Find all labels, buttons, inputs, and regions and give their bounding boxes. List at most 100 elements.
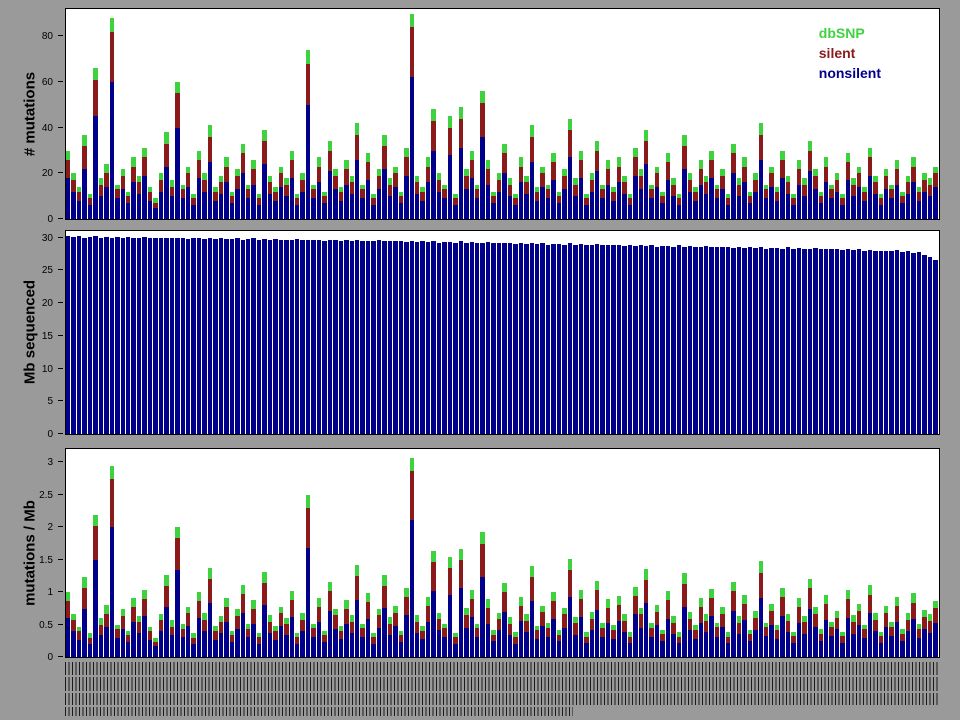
sample-bar — [77, 236, 81, 434]
bar-segment-nonsilent — [895, 185, 899, 219]
sample-bar — [475, 624, 479, 657]
bar-segment-silent — [126, 196, 130, 203]
sample-bar — [551, 153, 555, 219]
bar-segment-dbSNP — [922, 173, 926, 180]
bar-segment-nonsilent — [530, 601, 534, 657]
bar-segment-dbSNP — [666, 153, 670, 162]
bar-segment-nonsilent — [873, 631, 877, 657]
bar-segment-dbSNP — [300, 613, 304, 620]
bar-segment-silent — [508, 624, 512, 635]
sample-bar — [159, 173, 163, 219]
bar-segment-silent — [426, 167, 430, 183]
bar-segment-dbSNP — [344, 160, 348, 169]
bar-segment-Mb sequenced — [737, 247, 741, 434]
sample-bar — [497, 613, 501, 658]
bar-segment-silent — [262, 141, 266, 164]
bar-segment-silent — [748, 634, 752, 641]
bar-segment-silent — [279, 173, 283, 187]
bar-segment-Mb sequenced — [126, 237, 130, 434]
sample-bar — [202, 239, 206, 434]
bar-segment-nonsilent — [159, 631, 163, 657]
sample-bar — [731, 144, 735, 219]
bar-segment-dbSNP — [197, 151, 201, 160]
bar-segment-dbSNP — [857, 167, 861, 174]
sample-bar — [404, 148, 408, 219]
sample-bar — [262, 572, 266, 657]
sample-bar — [600, 623, 604, 657]
sample-labels-row — [65, 693, 940, 705]
bar-segment-Mb sequenced — [644, 246, 648, 434]
bar-segment-silent — [382, 146, 386, 169]
bar-segment-Mb sequenced — [666, 246, 670, 434]
bar-segment-nonsilent — [377, 189, 381, 219]
sample-bar — [360, 624, 364, 657]
bar-segment-nonsilent — [104, 627, 108, 657]
bar-segment-silent — [360, 189, 364, 198]
bar-segment-dbSNP — [666, 591, 670, 600]
sample-bar — [579, 590, 583, 657]
sample-bar — [104, 237, 108, 434]
sample-bar — [519, 157, 523, 219]
y-tick-mark — [58, 461, 63, 462]
sample-bar — [753, 248, 757, 434]
sample-bar — [197, 592, 201, 657]
bar-segment-silent — [388, 185, 392, 196]
sample-bar — [791, 249, 795, 434]
bar-segment-Mb sequenced — [573, 245, 577, 434]
bar-segment-silent — [786, 182, 790, 193]
sample-bar — [235, 169, 239, 219]
bar-segment-nonsilent — [437, 630, 441, 657]
bar-segment-Mb sequenced — [524, 244, 528, 434]
sample-bar — [459, 107, 463, 219]
sample-bar — [699, 598, 703, 657]
bar-segment-silent — [393, 173, 397, 187]
sample-bar — [889, 251, 893, 434]
bar-segment-silent — [829, 189, 833, 198]
bar-segment-silent — [917, 192, 921, 201]
y-tick-mark — [58, 269, 63, 270]
bar-segment-silent — [306, 64, 310, 105]
bar-segment-Mb sequenced — [879, 251, 883, 434]
sample-bar — [633, 246, 637, 434]
bar-segment-Mb sequenced — [273, 239, 277, 434]
bar-segment-dbSNP — [573, 178, 577, 185]
sample-bar — [508, 178, 512, 219]
bar-segment-dbSNP — [393, 606, 397, 613]
bar-segment-silent — [420, 631, 424, 640]
bar-segment-dbSNP — [175, 82, 179, 93]
bar-segment-dbSNP — [562, 608, 566, 615]
sample-bar — [551, 592, 555, 657]
sample-bar — [230, 631, 234, 657]
sample-bar — [840, 250, 844, 434]
bar-segment-dbSNP — [813, 169, 817, 176]
bar-segment-Mb sequenced — [131, 238, 135, 434]
bar-segment-nonsilent — [110, 527, 114, 657]
sample-bar — [175, 527, 179, 657]
sample-bar — [933, 260, 937, 434]
sample-bar — [666, 246, 670, 434]
bar-segment-silent — [562, 176, 566, 190]
sample-bar — [311, 624, 315, 657]
bar-segment-silent — [251, 169, 255, 185]
bar-segment-silent — [410, 471, 414, 520]
sample-bar — [677, 632, 681, 657]
bar-segment-nonsilent — [110, 82, 114, 219]
bar-segment-silent — [933, 173, 937, 187]
bar-segment-silent — [906, 620, 910, 632]
bar-segment-dbSNP — [344, 600, 348, 609]
bar-segment-Mb sequenced — [77, 236, 81, 434]
bar-segment-dbSNP — [388, 617, 392, 624]
sample-bar — [415, 176, 419, 219]
sample-bar — [611, 245, 615, 434]
sample-bar — [873, 251, 877, 434]
bar-segment-nonsilent — [808, 609, 812, 657]
bar-segment-nonsilent — [437, 192, 441, 219]
bar-segment-Mb sequenced — [175, 238, 179, 434]
bar-segment-nonsilent — [699, 185, 703, 219]
bar-segment-silent — [131, 607, 135, 622]
sample-bar — [246, 239, 250, 434]
sample-bar — [917, 624, 921, 657]
bar-segment-nonsilent — [382, 169, 386, 219]
sample-bar — [213, 239, 217, 434]
bar-segment-silent — [622, 621, 626, 632]
